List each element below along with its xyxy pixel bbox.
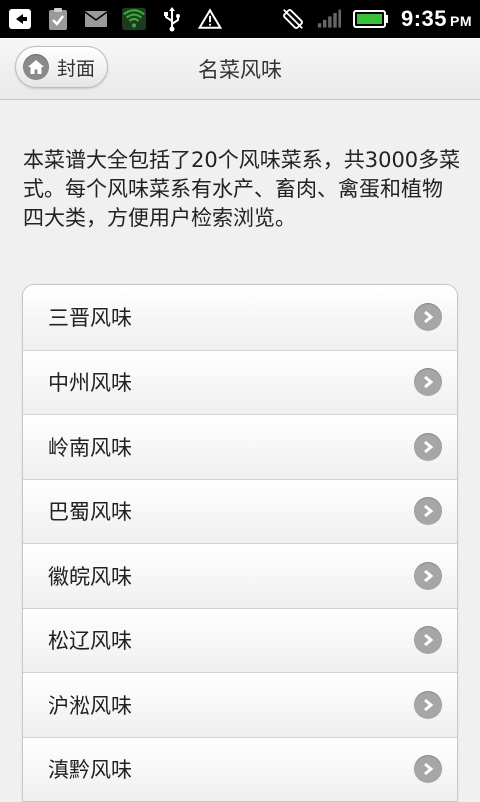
rotate-off-icon <box>281 7 305 31</box>
list-item[interactable]: 徽皖风味 <box>23 543 457 608</box>
category-list: 三晋风味 中州风味 岭南风味 巴蜀风味 徽皖风味 松辽风味 沪淞风味 滇黔风味 <box>22 284 458 802</box>
chevron-right-icon <box>414 303 442 332</box>
system-icons: 9:35 PM <box>281 6 472 32</box>
list-item[interactable]: 三晋风味 <box>23 285 457 350</box>
list-item-label: 三晋风味 <box>48 306 132 331</box>
chevron-right-icon <box>414 432 442 461</box>
clipboard-check-icon <box>46 7 70 31</box>
chevron-right-icon <box>414 497 442 526</box>
list-item-label: 松辽风味 <box>48 629 132 654</box>
list-item-label: 沪淞风味 <box>48 693 132 718</box>
list-item[interactable]: 滇黔风味 <box>23 736 457 801</box>
page-title: 名菜风味 <box>198 58 282 82</box>
chevron-right-icon <box>414 755 442 784</box>
list-item-label: 滇黔风味 <box>48 758 132 783</box>
chevron-right-icon <box>414 368 442 397</box>
wifi-icon <box>122 7 146 31</box>
chevron-right-icon <box>414 561 442 590</box>
list-item-label: 岭南风味 <box>48 435 132 460</box>
notification-icons <box>8 7 222 32</box>
chevron-right-icon <box>414 690 442 719</box>
mail-icon <box>84 7 108 31</box>
list-item[interactable]: 岭南风味 <box>23 414 457 479</box>
list-item[interactable]: 沪淞风味 <box>23 672 457 737</box>
main-content: 本菜谱大全包括了20个风味菜系，共3000多菜式。每个风味菜系有水产、畜肉、禽蛋… <box>0 100 480 802</box>
back-arrow-icon <box>8 7 32 31</box>
app-header: 封面 名菜风味 <box>0 38 480 100</box>
list-item-label: 徽皖风味 <box>48 564 132 589</box>
list-item[interactable]: 巴蜀风味 <box>23 478 457 543</box>
warning-icon <box>198 7 222 31</box>
list-item[interactable]: 松辽风味 <box>23 607 457 672</box>
list-item[interactable]: 中州风味 <box>23 349 457 414</box>
battery-icon <box>352 7 389 31</box>
signal-icon <box>317 7 341 31</box>
clock: 9:35 PM <box>400 6 472 31</box>
chevron-right-icon <box>414 626 442 655</box>
intro-text: 本菜谱大全包括了20个风味菜系，共3000多菜式。每个风味菜系有水产、畜肉、禽蛋… <box>23 148 461 230</box>
list-item-label: 巴蜀风味 <box>48 500 132 525</box>
usb-icon <box>160 7 184 32</box>
status-bar: 9:35 PM <box>0 0 480 38</box>
list-item-label: 中州风味 <box>48 371 132 396</box>
